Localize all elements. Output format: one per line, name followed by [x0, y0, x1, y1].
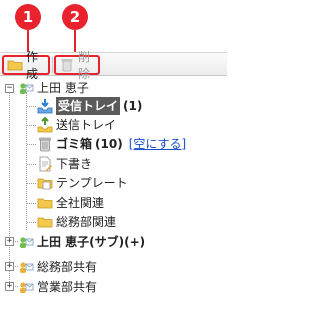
- tree-user-label: 上田 恵子: [37, 81, 89, 95]
- tree-item-label: テンプレート: [56, 176, 128, 190]
- folder-icon: [37, 198, 53, 209]
- tree-branch: [27, 125, 36, 126]
- collapse-toggle[interactable]: −: [5, 84, 14, 93]
- tree-item-label: 全社関連: [56, 196, 105, 210]
- inbox-icon: [37, 99, 53, 114]
- tree-guide-line: [26, 92, 27, 230]
- template-icon: [37, 178, 53, 190]
- tree-branch: [27, 222, 36, 223]
- delete-button[interactable]: 削除: [54, 50, 100, 81]
- create-button-label: 作成: [26, 50, 39, 81]
- outbox-icon: [37, 117, 53, 133]
- tree-shared-mailbox[interactable]: 総務部共有: [18, 258, 97, 276]
- tree-shared-label: 営業部共有: [37, 280, 98, 294]
- item-count: (10): [95, 137, 123, 151]
- tree-user-root[interactable]: 上田 恵子: [18, 79, 89, 97]
- user-mailbox-icon: [20, 83, 34, 94]
- tree-branch: [27, 144, 36, 145]
- tree-shared-mailbox[interactable]: 営業部共有: [18, 278, 97, 296]
- toolbar-divider: [52, 57, 53, 73]
- tree-guide-line: [9, 92, 10, 286]
- trash-icon: [61, 59, 73, 72]
- tree-item-sent[interactable]: 送信トレイ: [37, 116, 116, 134]
- callout-2: 2: [62, 4, 88, 30]
- shared-mailbox-icon: [20, 282, 34, 293]
- tree-item-label: 総務部関連: [56, 215, 117, 229]
- tree-item-templates[interactable]: テンプレート: [37, 174, 128, 192]
- empty-trash-link[interactable]: [空にする]: [129, 135, 186, 153]
- expand-toggle[interactable]: +: [5, 262, 14, 271]
- tree-item-label: 下書き: [56, 157, 93, 171]
- callout-1: 1: [15, 4, 41, 30]
- tree-item-label: 送信トレイ: [56, 118, 117, 132]
- tree-branch: [27, 183, 36, 184]
- tree-branch: [27, 203, 36, 204]
- tree-item-inbox[interactable]: 受信トレイ (1): [37, 97, 142, 115]
- shared-mailbox-icon: [20, 262, 34, 273]
- tree-branch: [27, 106, 36, 107]
- tree-shared-label: 総務部共有: [37, 260, 98, 274]
- tree-user-sub[interactable]: 上田 恵子(サブ)(+): [18, 233, 145, 251]
- draft-document-icon: [39, 156, 52, 172]
- create-button[interactable]: 作成: [2, 50, 50, 81]
- user-mailbox-icon: [20, 237, 34, 248]
- tree-item-trash[interactable]: ゴミ箱 (10) [空にする]: [37, 135, 186, 153]
- folder-icon: [7, 60, 23, 71]
- tree-branch: [27, 164, 36, 165]
- tree-user-label: 上田 恵子(サブ)(+): [37, 235, 146, 249]
- expand-toggle[interactable]: +: [5, 237, 14, 246]
- tree-item-label: ゴミ箱: [56, 137, 93, 151]
- unread-count: (1): [123, 99, 143, 113]
- folder-toolbar: 作成 削除: [0, 50, 227, 81]
- folder-icon: [37, 217, 53, 228]
- tree-item-folder[interactable]: 全社関連: [37, 194, 104, 212]
- expand-toggle[interactable]: +: [5, 282, 14, 291]
- delete-button-label: 削除: [78, 50, 91, 81]
- trash-icon: [39, 137, 51, 152]
- tree-item-folder[interactable]: 総務部関連: [37, 213, 116, 231]
- tree-item-label: 受信トレイ: [56, 97, 121, 115]
- tree-item-drafts[interactable]: 下書き: [37, 155, 92, 173]
